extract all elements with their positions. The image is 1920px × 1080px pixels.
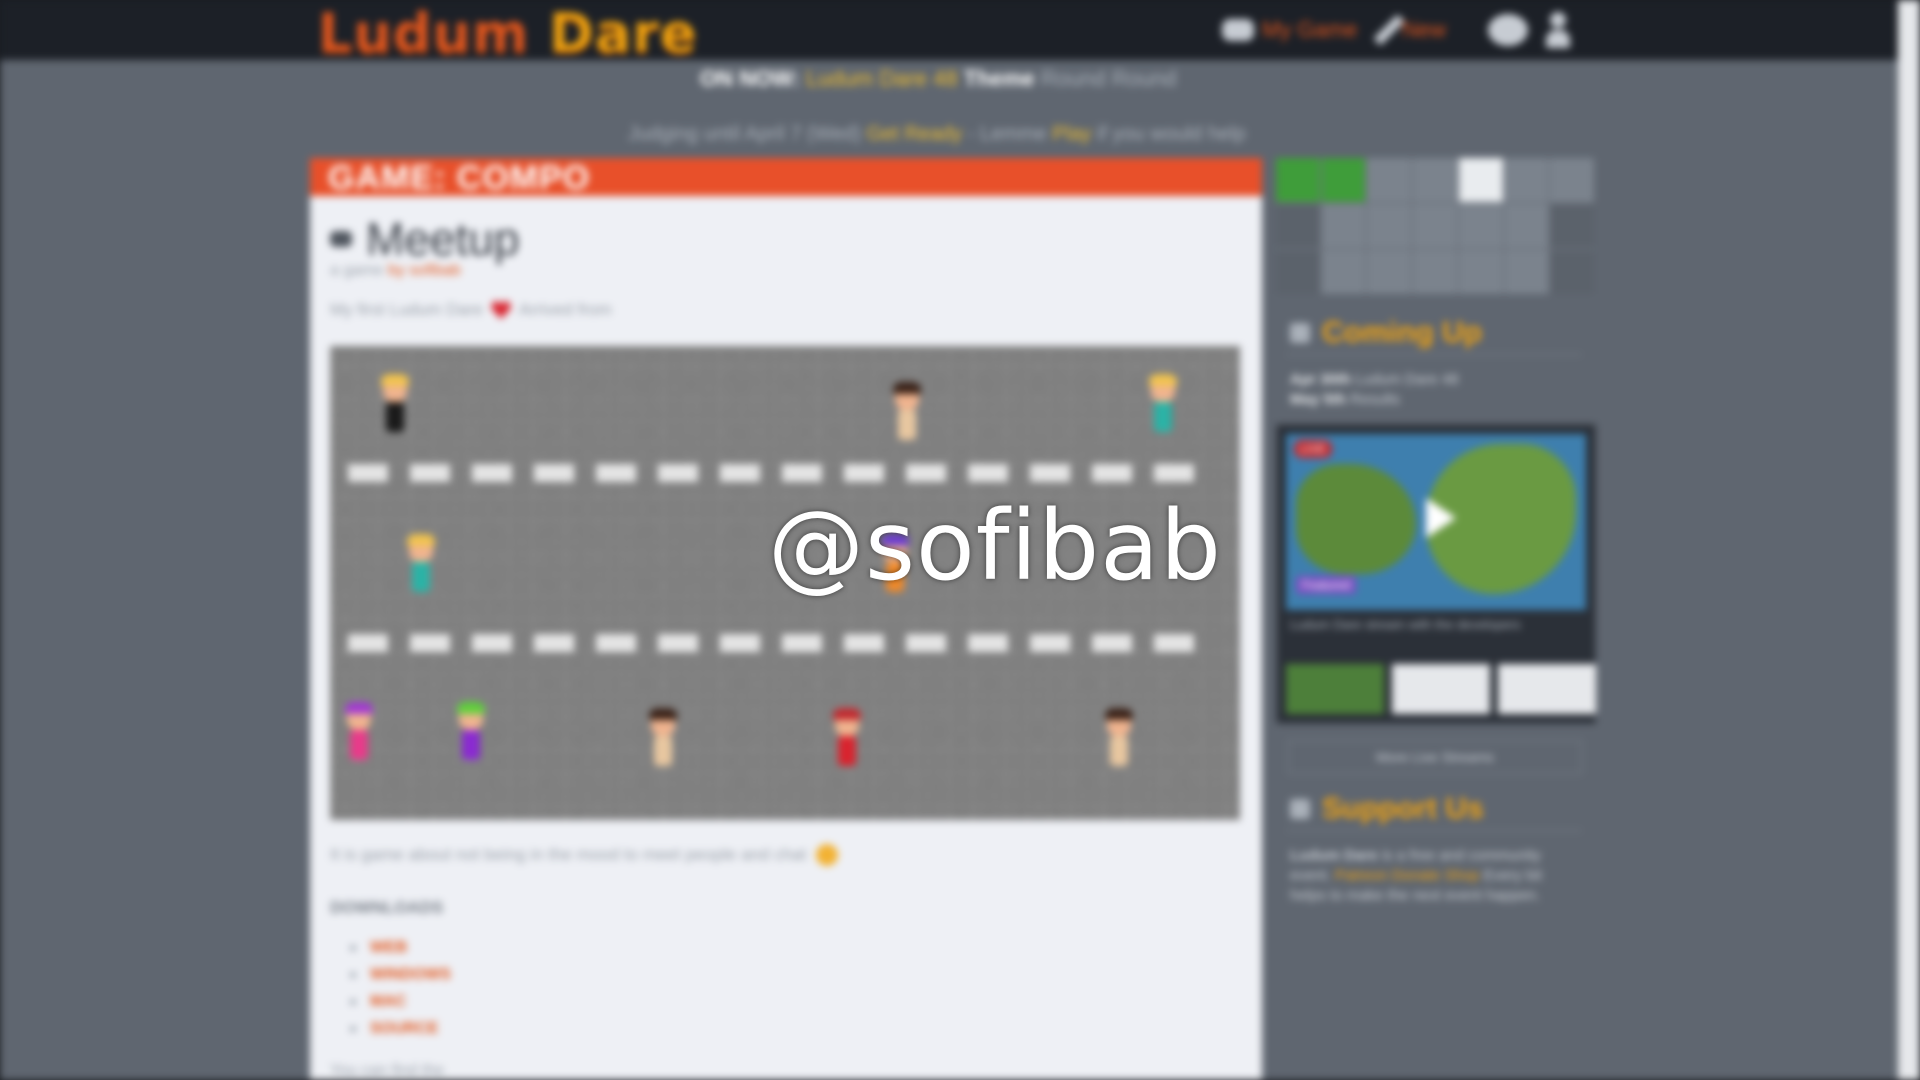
stream-preview[interactable]: LIVE Featured xyxy=(1286,434,1586,610)
divider xyxy=(1286,830,1582,831)
character-sprite xyxy=(890,382,924,444)
my-game-label: My Game xyxy=(1262,17,1358,42)
game-title: Meetup xyxy=(330,212,519,266)
coming-up-heading: Coming Up xyxy=(1290,316,1482,350)
coming-item-date: Apr 30th xyxy=(1290,371,1351,388)
new-post-link[interactable]: New xyxy=(1373,12,1447,48)
event-name: Ludum Dare 48 xyxy=(805,66,958,91)
byline-prefix: a game xyxy=(330,262,384,279)
event-announcement[interactable]: ON NOW: Ludum Dare 48 Theme Round Round xyxy=(700,66,1177,92)
download-link-mac[interactable]: MAC xyxy=(350,988,451,1015)
event-subline: Judging until April 7 (Wed) Get Ready - … xyxy=(628,123,1246,146)
smiley-emoji-icon xyxy=(816,844,839,866)
support-us-heading: Support Us xyxy=(1290,792,1484,826)
more-streams-button[interactable]: More Live Streams xyxy=(1288,740,1582,774)
sidebar: Coming Up Apr 30th Ludum Dare 48 May 5th… xyxy=(1276,158,1596,1080)
controller-icon xyxy=(330,231,352,247)
live-badge: LIVE xyxy=(1294,440,1333,458)
event-phase: Theme xyxy=(963,66,1035,91)
coming-item-date: May 5th xyxy=(1290,391,1346,408)
gamepad-icon xyxy=(1222,19,1254,41)
chat-bubble-icon xyxy=(1488,14,1528,46)
logo-dare: Dare xyxy=(549,2,698,65)
stream-thumbnail[interactable] xyxy=(1286,664,1384,714)
coming-up-item: May 5th Results xyxy=(1290,390,1458,410)
coming-up-list: Apr 30th Ludum Dare 48 May 5th Results xyxy=(1290,370,1458,410)
site-logo[interactable]: Ludum Dare xyxy=(318,2,698,65)
road-markings-top xyxy=(330,464,1258,482)
support-brand: Ludum Dare xyxy=(1290,847,1378,864)
subline-text-c: if you would help xyxy=(1096,123,1246,145)
event-calendar[interactable] xyxy=(1276,158,1594,294)
download-link-web[interactable]: WEB xyxy=(350,934,451,961)
subline-text-a: Judging until April 7 (Wed) xyxy=(628,123,862,145)
live-stream-widget[interactable]: LIVE Featured Ludum Dare stream with the… xyxy=(1276,424,1596,724)
game-section-label: GAME: COMPO xyxy=(310,158,1262,197)
play-link[interactable]: Play xyxy=(1052,123,1091,145)
heart-box-icon xyxy=(1290,799,1310,819)
logo-ludum: Ludum xyxy=(318,2,530,65)
tagline-text-a: My first Ludum Dare xyxy=(330,300,484,319)
game-footnote: You can find the xyxy=(330,1062,445,1079)
support-us-label: Support Us xyxy=(1322,792,1484,825)
character-sprite xyxy=(646,708,680,770)
coming-item-text: Results xyxy=(1350,391,1401,408)
on-now-label: ON NOW: xyxy=(700,66,800,91)
game-description: It is game about not being in the mood t… xyxy=(330,844,839,866)
character-sprite xyxy=(1102,708,1136,770)
tagline-text-b: Arrived from xyxy=(519,300,612,319)
stream-title[interactable]: Ludum Dare stream with the developers xyxy=(1290,616,1582,634)
character-sprite xyxy=(342,702,376,764)
coming-up-label: Coming Up xyxy=(1322,316,1482,349)
support-us-text: Ludum Dare is a free and community event… xyxy=(1290,846,1580,906)
event-round: Round Round xyxy=(1040,66,1177,91)
character-sprite xyxy=(454,702,488,764)
heart-icon xyxy=(491,301,512,319)
game-tagline: My first Ludum Dare Arrived from xyxy=(330,300,612,320)
my-game-link[interactable]: My Game xyxy=(1222,12,1357,48)
stream-thumbnails xyxy=(1286,664,1596,714)
calendar-icon xyxy=(1290,323,1310,343)
top-navigation-bar: Ludum Dare My Game New xyxy=(0,0,1898,65)
stream-category-badge: Featured xyxy=(1296,576,1357,594)
game-card: GAME: COMPO Meetup a game by sofibab My … xyxy=(310,158,1262,1080)
window-edge xyxy=(1898,0,1920,1080)
shop-link[interactable]: Shop xyxy=(1444,867,1479,884)
character-sprite xyxy=(830,708,864,770)
character-sprite xyxy=(378,374,412,436)
user-menu-button[interactable] xyxy=(1546,12,1570,48)
downloads-heading: DOWNLOADS xyxy=(330,898,444,917)
pencil-icon xyxy=(1373,14,1405,46)
description-text: It is game about not being in the mood t… xyxy=(330,845,807,864)
character-sprite xyxy=(404,534,438,596)
character-sprite xyxy=(1146,374,1180,436)
patreon-link[interactable]: Patreon xyxy=(1335,867,1388,884)
coming-item-text: Ludum Dare 48 xyxy=(1355,371,1459,388)
download-link-source[interactable]: SOURCE xyxy=(350,1015,451,1042)
game-title-text: Meetup xyxy=(366,213,520,265)
new-post-label: New xyxy=(1402,17,1447,42)
download-link-windows[interactable]: WINDOWS xyxy=(350,961,451,988)
watermark-text: @sofibab xyxy=(768,490,1222,602)
coming-up-item: Apr 30th Ludum Dare 48 xyxy=(1290,370,1458,390)
road-markings-bottom xyxy=(330,634,1258,652)
divider xyxy=(1286,354,1582,355)
get-ready-link[interactable]: Get Ready xyxy=(867,123,963,145)
user-icon xyxy=(1546,12,1570,48)
game-byline: a game by sofibab xyxy=(330,262,461,280)
subline-text-b: - Lemme xyxy=(967,123,1047,145)
stream-thumbnail[interactable] xyxy=(1498,664,1596,714)
donate-link[interactable]: Donate xyxy=(1392,867,1440,884)
stream-thumbnail[interactable] xyxy=(1392,664,1490,714)
notifications-button[interactable] xyxy=(1488,12,1528,48)
author-link[interactable]: by sofibab xyxy=(388,262,461,279)
play-icon[interactable] xyxy=(1426,498,1456,538)
downloads-list: WEB WINDOWS MAC SOURCE xyxy=(350,934,451,1042)
